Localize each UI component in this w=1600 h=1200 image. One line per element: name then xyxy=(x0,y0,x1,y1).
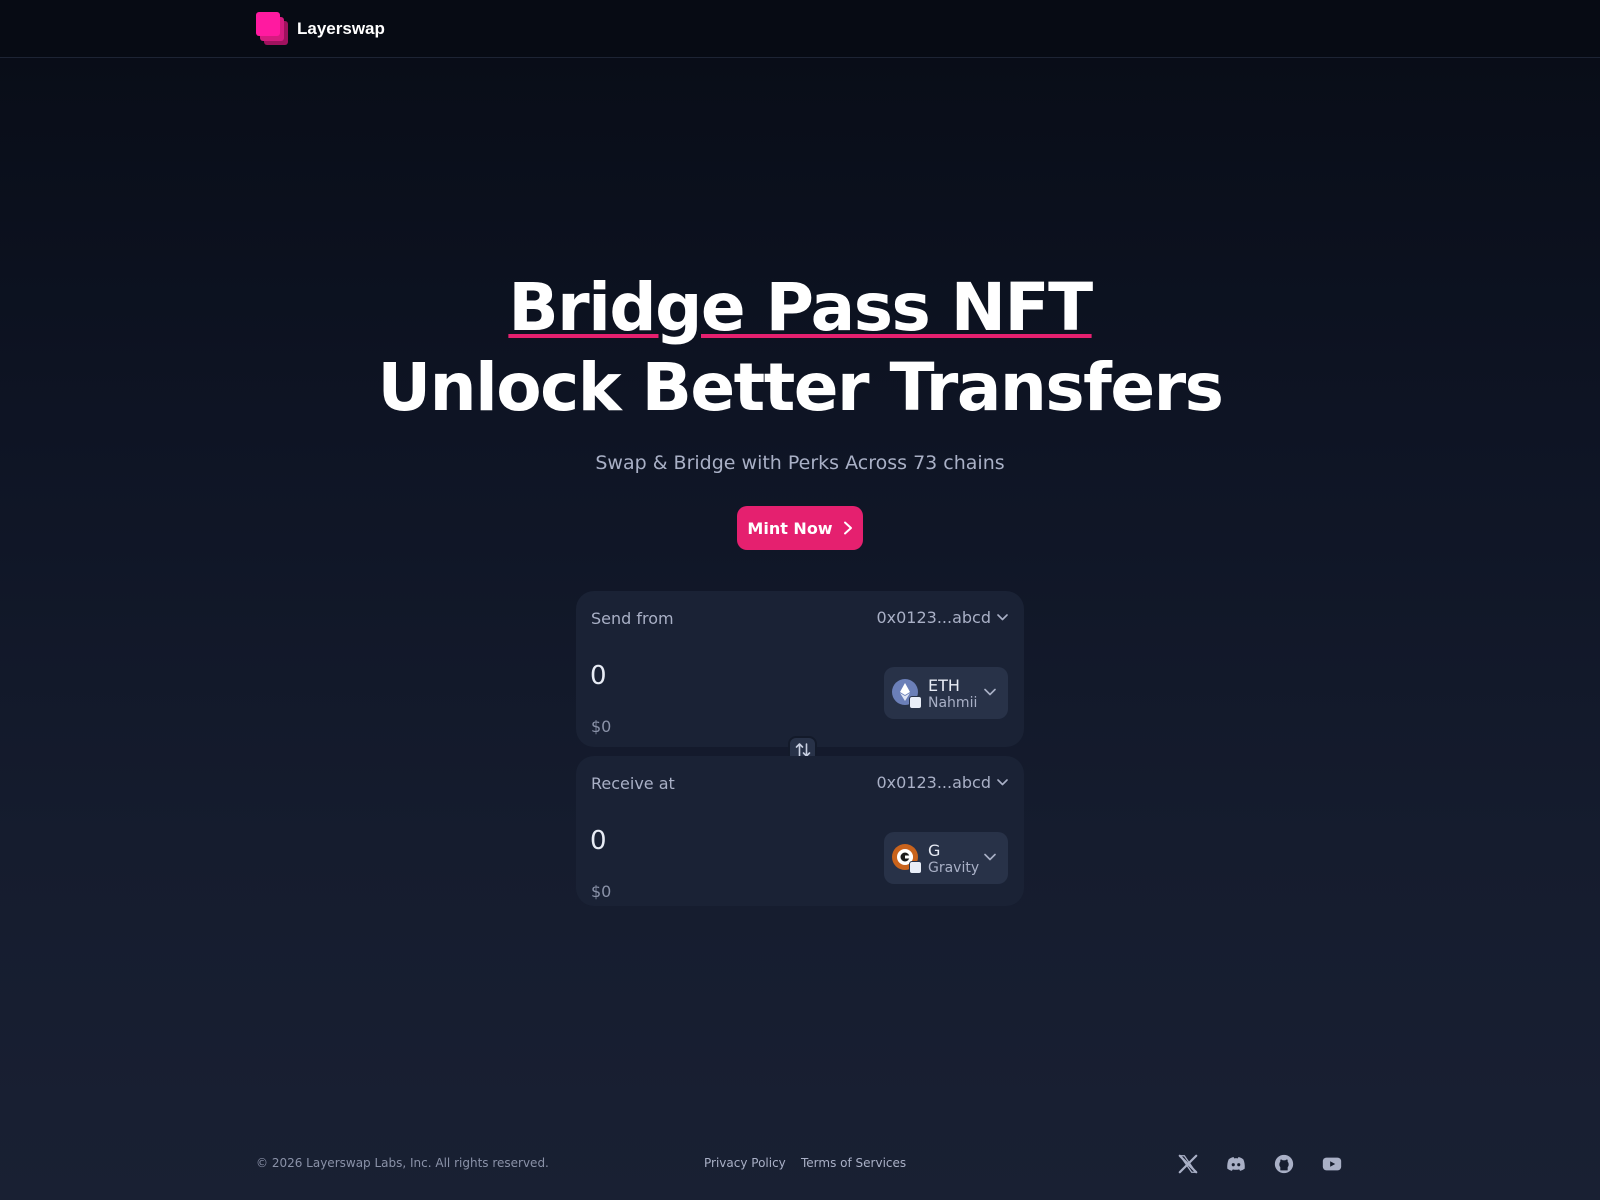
chevron-down-icon xyxy=(984,688,996,696)
send-amount-input[interactable] xyxy=(590,661,840,691)
send-from-label: Send from xyxy=(591,609,674,628)
receive-amount-input[interactable] xyxy=(590,826,840,856)
nahmii-network-badge xyxy=(909,696,922,709)
hero-section: Bridge Pass NFT Unlock Better Transfers xyxy=(0,268,1600,428)
youtube-icon[interactable] xyxy=(1320,1152,1344,1176)
source-address-selector[interactable]: 0x0123...abcd xyxy=(876,608,1008,627)
hero-title-line1: Bridge Pass NFT xyxy=(508,269,1093,346)
layerswap-logo-icon xyxy=(256,12,288,46)
receive-at-label: Receive at xyxy=(591,774,675,793)
source-address: 0x0123...abcd xyxy=(876,608,991,627)
send-from-panel: Send from 0x0123...abcd $0 ETH Nahmii xyxy=(576,591,1024,747)
receive-at-panel: Receive at 0x0123...abcd $0 G Gravity xyxy=(576,756,1024,906)
source-network-name: Nahmii xyxy=(928,695,978,711)
chevron-down-icon xyxy=(984,853,996,861)
destination-network-name: Gravity xyxy=(928,860,980,876)
destination-address-selector[interactable]: 0x0123...abcd xyxy=(876,773,1008,792)
hero-title-line2: Unlock Better Transfers xyxy=(377,349,1224,426)
destination-token-symbol: G xyxy=(928,841,941,860)
mint-now-button[interactable]: Mint Now xyxy=(737,506,863,550)
x-icon[interactable] xyxy=(1176,1152,1200,1176)
hero-title: Bridge Pass NFT Unlock Better Transfers xyxy=(0,268,1600,428)
brand-logo-link[interactable]: Layerswap xyxy=(256,12,385,46)
send-usd-value: $0 xyxy=(591,717,612,736)
chevron-right-icon xyxy=(843,521,852,535)
github-icon[interactable] xyxy=(1272,1152,1296,1176)
source-token-selector[interactable]: ETH Nahmii xyxy=(884,667,1008,719)
destination-token-selector[interactable]: G Gravity xyxy=(884,832,1008,884)
privacy-policy-link[interactable]: Privacy Policy xyxy=(704,1156,786,1170)
copyright-text: © 2026 Layerswap Labs, Inc. All rights r… xyxy=(256,1156,549,1170)
chevron-down-icon xyxy=(997,779,1008,786)
receive-usd-value: $0 xyxy=(591,882,612,901)
gravity-network-badge xyxy=(909,861,922,874)
ethereum-icon xyxy=(892,679,922,709)
hero-subtitle: Swap & Bridge with Perks Across 73 chain… xyxy=(595,452,1005,474)
discord-icon[interactable] xyxy=(1224,1152,1248,1176)
destination-address: 0x0123...abcd xyxy=(876,773,991,792)
chevron-down-icon xyxy=(997,614,1008,621)
mint-now-label: Mint Now xyxy=(747,518,833,538)
brand-name: Layerswap xyxy=(297,19,385,38)
gravity-icon xyxy=(892,844,922,874)
page-footer: © 2026 Layerswap Labs, Inc. All rights r… xyxy=(0,1152,1600,1176)
top-navbar: Layerswap xyxy=(0,0,1600,58)
source-token-symbol: ETH xyxy=(928,676,960,695)
terms-of-services-link[interactable]: Terms of Services xyxy=(801,1156,906,1170)
